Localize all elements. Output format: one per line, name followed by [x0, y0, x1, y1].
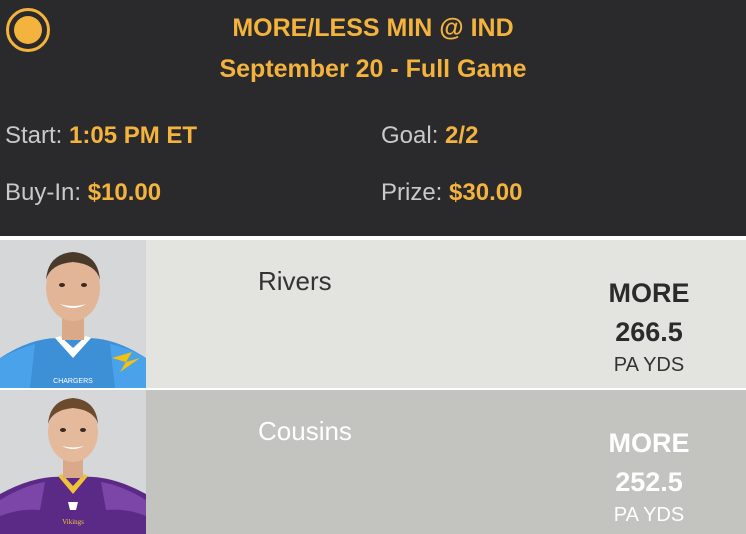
player-name: Cousins [258, 416, 352, 446]
prize-info: Prize: $30.00 [381, 179, 522, 207]
stat-block[interactable]: MORE 252.5 PA YDS [604, 428, 694, 527]
player-row-cousins[interactable]: Vikings Cousins MORE 252.5 PA YDS [0, 390, 746, 534]
contest-header: MORE/LESS MIN @ IND September 20 - Full … [0, 0, 746, 236]
pick-label: MORE [608, 428, 690, 458]
contest-subtitle: September 20 - Full Game [219, 55, 527, 83]
player-name: Rivers [258, 266, 332, 296]
start-info: Start: 1:05 PM ET [5, 122, 197, 150]
player-photo-cousins: Vikings [0, 390, 146, 534]
jersey-text-rivers: CHARGERS [53, 378, 93, 385]
goal-value: 2/2 [445, 122, 479, 149]
buyin-info: Buy-In: $10.00 [5, 179, 161, 207]
stat-unit: PA YDS [613, 504, 685, 526]
prize-label: Prize: [381, 179, 443, 206]
prize-value: $30.00 [449, 179, 523, 206]
player-row-rivers[interactable]: CHARGERS Rivers MORE 266.5 PA YDS [0, 240, 746, 388]
start-label: Start: [5, 122, 63, 149]
pick-label: MORE [608, 278, 690, 308]
player-photo-rivers: CHARGERS [0, 240, 146, 388]
buyin-label: Buy-In: [5, 179, 82, 206]
stat-block[interactable]: MORE 266.5 PA YDS [604, 278, 694, 377]
goal-label: Goal: [381, 122, 439, 149]
jersey-text-cousins: Vikings [62, 518, 84, 526]
start-value: 1:05 PM ET [69, 122, 198, 149]
stat-unit: PA YDS [613, 354, 685, 376]
stat-line: 266.5 [615, 317, 683, 347]
contest-title: MORE/LESS MIN @ IND [232, 14, 514, 42]
goal-info: Goal: 2/2 [381, 122, 478, 150]
stat-line: 252.5 [615, 467, 683, 497]
buyin-value: $10.00 [87, 179, 162, 206]
